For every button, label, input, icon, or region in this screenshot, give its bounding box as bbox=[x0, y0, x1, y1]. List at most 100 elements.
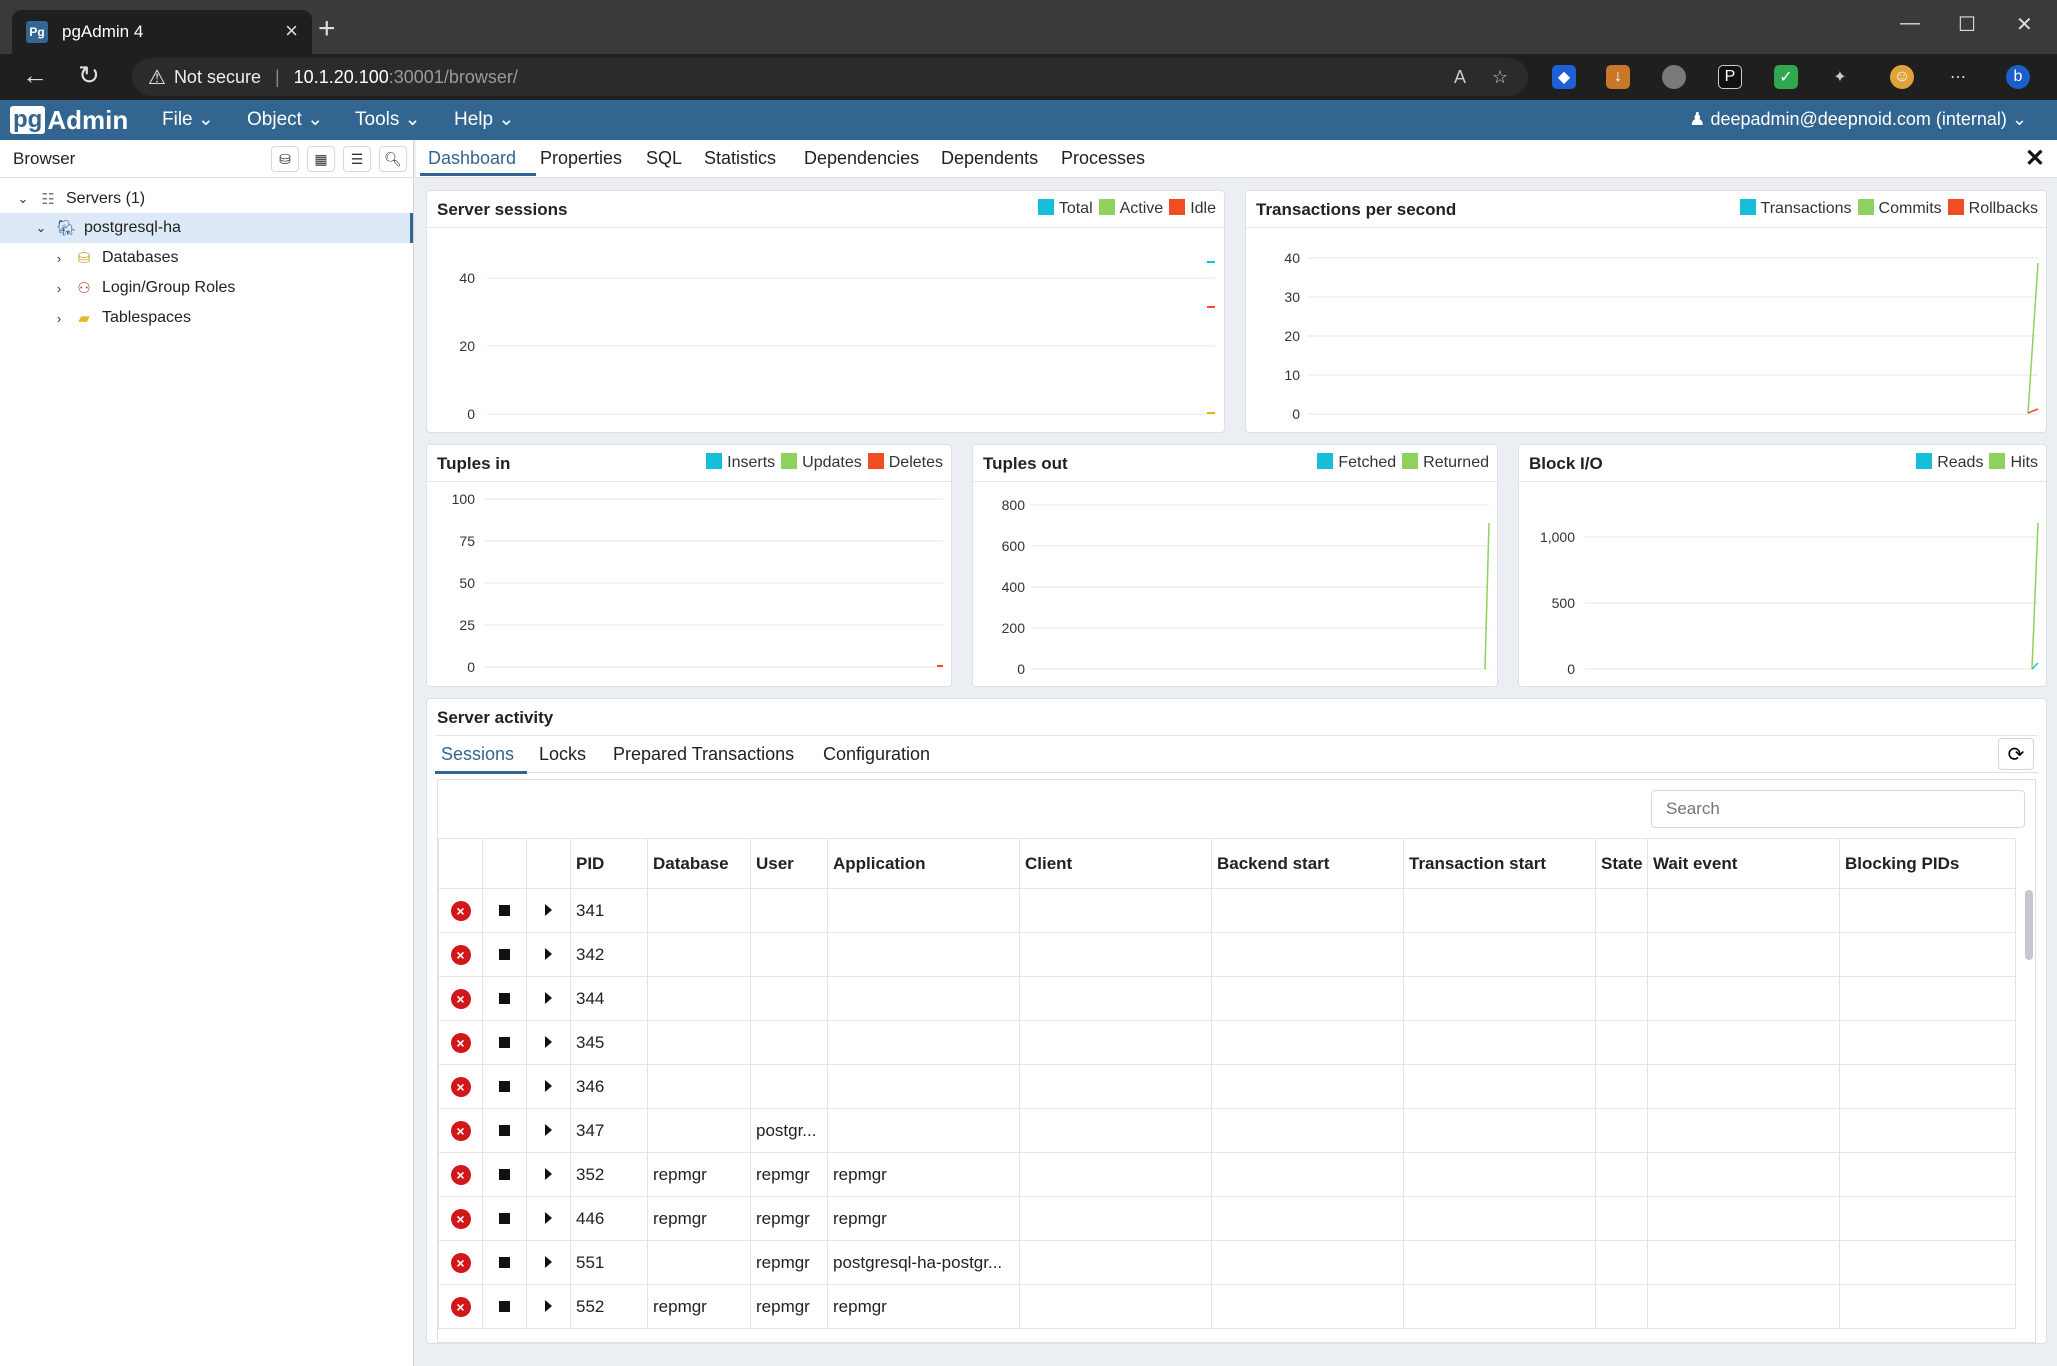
read-aloud-icon[interactable]: A bbox=[1454, 67, 1466, 88]
table-row[interactable]: × 345 bbox=[438, 1020, 2016, 1065]
url-field[interactable]: ⚠ Not secure | 10.1.20.100 :30001/browse… bbox=[132, 58, 1528, 96]
cancel-query-icon[interactable]: × bbox=[438, 1284, 483, 1329]
cancel-query-icon[interactable]: × bbox=[438, 1020, 483, 1065]
vertical-scrollbar[interactable] bbox=[2025, 890, 2033, 960]
table-row[interactable]: × 552 repmgr repmgr repmgr bbox=[438, 1284, 2016, 1329]
expand-row-icon[interactable] bbox=[526, 1152, 571, 1197]
caret-right-icon[interactable] bbox=[545, 1255, 552, 1268]
table-row[interactable]: × 344 bbox=[438, 976, 2016, 1021]
tab-sessions[interactable]: Sessions bbox=[441, 744, 514, 765]
stop-icon[interactable] bbox=[499, 1168, 510, 1180]
menu-tools[interactable]: Tools ⌄ bbox=[355, 108, 421, 131]
tree-item-tablespaces[interactable]: › ▰ Tablespaces bbox=[0, 303, 413, 333]
cancel-icon[interactable]: × bbox=[450, 1076, 471, 1097]
new-tab-icon[interactable]: + bbox=[318, 14, 336, 44]
chevron-right-icon[interactable]: › bbox=[50, 251, 68, 266]
terminate-session-icon[interactable] bbox=[482, 1152, 527, 1197]
cancel-query-icon[interactable]: × bbox=[438, 1064, 483, 1109]
table-row[interactable]: × 446 repmgr repmgr repmgr bbox=[438, 1196, 2016, 1241]
profile-avatar-icon[interactable]: ☺ bbox=[1890, 65, 1914, 89]
stop-icon[interactable] bbox=[499, 1300, 510, 1312]
expand-row-icon[interactable] bbox=[526, 1064, 571, 1109]
cancel-icon[interactable]: × bbox=[450, 1032, 471, 1053]
chevron-down-icon[interactable]: ⌄ bbox=[32, 220, 50, 236]
caret-right-icon[interactable] bbox=[545, 991, 552, 1004]
cancel-icon[interactable]: × bbox=[450, 988, 471, 1009]
terminate-session-icon[interactable] bbox=[482, 888, 527, 933]
header-database[interactable]: Database bbox=[647, 838, 751, 889]
expand-row-icon[interactable] bbox=[526, 1108, 571, 1153]
header-backend-start[interactable]: Backend start bbox=[1211, 838, 1404, 889]
cancel-query-icon[interactable]: × bbox=[438, 976, 483, 1021]
tree-item-databases[interactable]: › ⛁ Databases bbox=[0, 243, 413, 273]
more-menu-icon[interactable]: ⋯ bbox=[1946, 65, 1970, 89]
table-row[interactable]: × 341 bbox=[438, 888, 2016, 933]
stop-icon[interactable] bbox=[499, 1036, 510, 1048]
caret-right-icon[interactable] bbox=[545, 1035, 552, 1048]
view-data-icon[interactable]: ▦ bbox=[307, 146, 335, 172]
extension-arrow-icon[interactable]: ↓ bbox=[1606, 65, 1630, 89]
terminate-session-icon[interactable] bbox=[482, 1284, 527, 1329]
expand-row-icon[interactable] bbox=[526, 976, 571, 1021]
cancel-query-icon[interactable]: × bbox=[438, 1152, 483, 1197]
cancel-query-icon[interactable]: × bbox=[438, 1240, 483, 1285]
header-user[interactable]: User bbox=[750, 838, 828, 889]
terminate-session-icon[interactable] bbox=[482, 1240, 527, 1285]
cancel-icon[interactable]: × bbox=[450, 1120, 471, 1141]
caret-right-icon[interactable] bbox=[545, 1299, 552, 1312]
cancel-icon[interactable]: × bbox=[450, 1252, 471, 1273]
caret-right-icon[interactable] bbox=[545, 1167, 552, 1180]
tree-item-postgresql-ha[interactable]: ⌄ 🐘︎ postgresql-ha bbox=[0, 213, 413, 243]
caret-right-icon[interactable] bbox=[545, 1079, 552, 1092]
close-tab-icon[interactable]: × bbox=[285, 18, 298, 44]
cancel-query-icon[interactable]: × bbox=[438, 1196, 483, 1241]
stop-icon[interactable] bbox=[499, 904, 510, 916]
tab-sql[interactable]: SQL bbox=[646, 148, 682, 169]
terminate-session-icon[interactable] bbox=[482, 1020, 527, 1065]
cancel-icon[interactable]: × bbox=[450, 944, 471, 965]
caret-right-icon[interactable] bbox=[545, 903, 552, 916]
reload-icon[interactable]: ↻ bbox=[78, 62, 100, 88]
stop-icon[interactable] bbox=[499, 1124, 510, 1136]
tree-item-login-group-roles[interactable]: › ⚇ Login/Group Roles bbox=[0, 273, 413, 303]
expand-row-icon[interactable] bbox=[526, 1284, 571, 1329]
tab-dependents[interactable]: Dependents bbox=[941, 148, 1038, 169]
tab-dependencies[interactable]: Dependencies bbox=[804, 148, 919, 169]
query-tool-icon[interactable]: ⛁ bbox=[271, 146, 299, 172]
menu-file[interactable]: File ⌄ bbox=[162, 108, 214, 131]
caret-right-icon[interactable] bbox=[545, 947, 552, 960]
cancel-query-icon[interactable]: × bbox=[438, 1108, 483, 1153]
expand-row-icon[interactable] bbox=[526, 1240, 571, 1285]
caret-right-icon[interactable] bbox=[545, 1211, 552, 1224]
stop-icon[interactable] bbox=[499, 1256, 510, 1268]
search-objects-icon[interactable]: 🔍︎ bbox=[379, 146, 407, 172]
cancel-icon[interactable]: × bbox=[450, 1208, 471, 1229]
close-panel-icon[interactable]: ✕ bbox=[2025, 144, 2045, 173]
tab-properties[interactable]: Properties bbox=[540, 148, 622, 169]
table-row[interactable]: × 347 postgr... bbox=[438, 1108, 2016, 1153]
cancel-query-icon[interactable]: × bbox=[438, 888, 483, 933]
stop-icon[interactable] bbox=[499, 1212, 510, 1224]
chevron-right-icon[interactable]: › bbox=[50, 281, 68, 296]
terminate-session-icon[interactable] bbox=[482, 976, 527, 1021]
menu-object[interactable]: Object ⌄ bbox=[247, 108, 323, 131]
terminate-session-icon[interactable] bbox=[482, 1196, 527, 1241]
tab-dashboard[interactable]: Dashboard bbox=[428, 148, 516, 169]
tab-statistics[interactable]: Statistics bbox=[704, 148, 776, 169]
expand-row-icon[interactable] bbox=[526, 888, 571, 933]
terminate-session-icon[interactable] bbox=[482, 1108, 527, 1153]
extension-p-icon[interactable]: P bbox=[1718, 65, 1742, 89]
back-icon[interactable]: ← bbox=[22, 62, 48, 88]
cancel-icon[interactable]: × bbox=[450, 1164, 471, 1185]
cancel-icon[interactable]: × bbox=[450, 1296, 471, 1317]
bitwarden-icon[interactable]: ◆ bbox=[1552, 65, 1576, 89]
tab-prepared-transactions[interactable]: Prepared Transactions bbox=[613, 744, 794, 765]
search-input[interactable] bbox=[1651, 790, 2025, 828]
header-application[interactable]: Application bbox=[827, 838, 1020, 889]
cancel-icon[interactable]: × bbox=[450, 900, 471, 921]
stop-icon[interactable] bbox=[499, 948, 510, 960]
filtered-rows-icon[interactable]: ☰ bbox=[343, 146, 371, 172]
tab-configuration[interactable]: Configuration bbox=[823, 744, 930, 765]
expand-row-icon[interactable] bbox=[526, 1020, 571, 1065]
table-row[interactable]: × 352 repmgr repmgr repmgr bbox=[438, 1152, 2016, 1197]
